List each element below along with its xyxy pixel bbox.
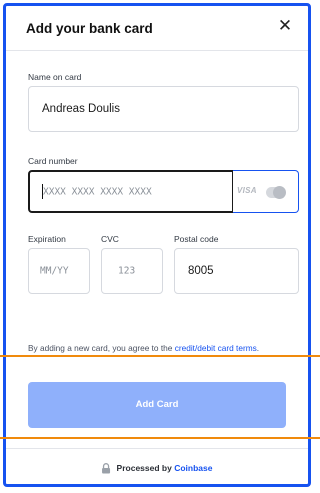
card-brand-area: VISA xyxy=(233,170,299,213)
cvc-label: CVC xyxy=(101,234,119,244)
postal-code-input[interactable]: 8005 xyxy=(174,248,299,294)
expiration-input[interactable]: MM/YY xyxy=(28,248,90,294)
lock-icon xyxy=(102,463,111,474)
expiration-placeholder: MM/YY xyxy=(40,265,69,277)
visa-logo: VISA xyxy=(237,186,257,195)
highlight-line-bottom xyxy=(0,437,320,439)
card-terms-link[interactable]: credit/debit card terms xyxy=(175,343,257,353)
coinbase-link[interactable]: Coinbase xyxy=(174,463,212,473)
postal-code-value: 8005 xyxy=(188,265,214,277)
postal-code-label: Postal code xyxy=(174,234,219,244)
cvc-input[interactable]: 123 xyxy=(101,248,163,294)
card-number-label: Card number xyxy=(28,156,78,166)
close-icon[interactable]: ✕ xyxy=(276,17,294,35)
cvc-placeholder: 123 xyxy=(118,265,136,277)
card-number-placeholder: XXXX XXXX XXXX XXXX xyxy=(43,186,152,197)
add-card-button[interactable]: Add Card xyxy=(28,382,286,428)
processed-by: Processed by Coinbase xyxy=(102,463,212,474)
highlight-line-top xyxy=(0,355,320,357)
modal-title: Add your bank card xyxy=(26,21,153,36)
terms-text: By adding a new card, you agree to the c… xyxy=(28,343,260,353)
card-number-input[interactable]: XXXX XXXX XXXX XXXX xyxy=(28,170,234,213)
card-toggle-icon xyxy=(266,186,286,199)
modal-footer: Processed by Coinbase xyxy=(6,448,308,484)
name-on-card-value: Andreas Doulis xyxy=(42,103,120,115)
modal-header: Add your bank card ✕ xyxy=(6,6,308,51)
name-on-card-label: Name on card xyxy=(28,72,82,82)
expiration-label: Expiration xyxy=(28,234,66,244)
add-card-modal: Add your bank card ✕ Name on card Andrea… xyxy=(3,3,311,487)
name-on-card-input[interactable]: Andreas Doulis xyxy=(28,86,299,132)
